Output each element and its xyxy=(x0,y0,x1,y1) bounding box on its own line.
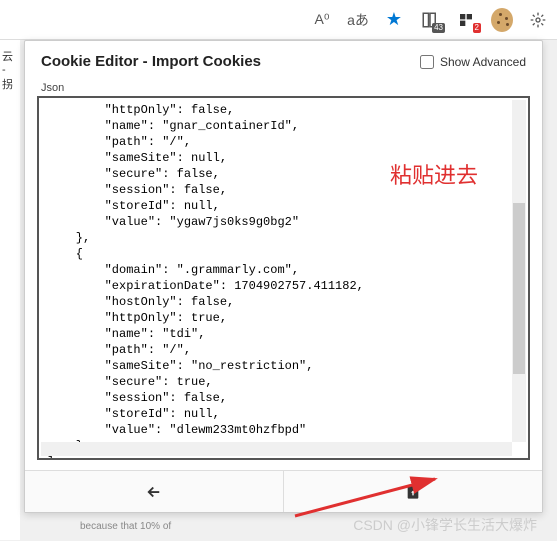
json-textarea-container: "httpOnly": false, "name": "gnar_contain… xyxy=(37,96,530,460)
csdn-watermark: CSDN @小锋学长生活大爆炸 xyxy=(353,515,537,535)
cookie-editor-extension-icon[interactable] xyxy=(491,9,513,31)
collections-icon[interactable]: 43 xyxy=(419,9,441,31)
background-snippet: because that 10% of xyxy=(80,521,171,533)
back-button[interactable] xyxy=(25,471,284,512)
browser-toolbar: A⁰ aあ ★ 43 2 xyxy=(0,0,557,40)
extension-icon[interactable]: 2 xyxy=(455,9,477,31)
favorites-icon[interactable]: ★ xyxy=(383,9,405,31)
json-field-label: Json xyxy=(25,82,542,96)
import-file-icon xyxy=(405,483,421,501)
popup-header: Cookie Editor - Import Cookies Show Adva… xyxy=(25,41,542,82)
cookie-editor-popup: Cookie Editor - Import Cookies Show Adva… xyxy=(24,40,543,513)
popup-title: Cookie Editor - Import Cookies xyxy=(41,53,261,70)
show-advanced-toggle[interactable]: Show Advanced xyxy=(420,55,526,69)
arrow-left-icon xyxy=(145,483,163,501)
settings-icon[interactable] xyxy=(527,9,549,31)
collections-badge: 43 xyxy=(432,23,445,33)
translate-icon[interactable]: aあ xyxy=(347,9,369,31)
vertical-scrollbar[interactable] xyxy=(512,100,526,442)
text-size-icon[interactable]: A⁰ xyxy=(311,9,333,31)
horizontal-scrollbar[interactable] xyxy=(41,442,512,456)
import-button[interactable] xyxy=(284,471,542,512)
popup-footer xyxy=(25,470,542,512)
show-advanced-label: Show Advanced xyxy=(440,55,526,69)
show-advanced-checkbox[interactable] xyxy=(420,55,434,69)
json-textarea[interactable]: "httpOnly": false, "name": "gnar_contain… xyxy=(39,98,528,458)
extension-badge: 2 xyxy=(473,23,481,33)
vertical-scrollbar-thumb[interactable] xyxy=(513,203,525,374)
background-page-text: 云 - 拐 xyxy=(0,40,20,540)
